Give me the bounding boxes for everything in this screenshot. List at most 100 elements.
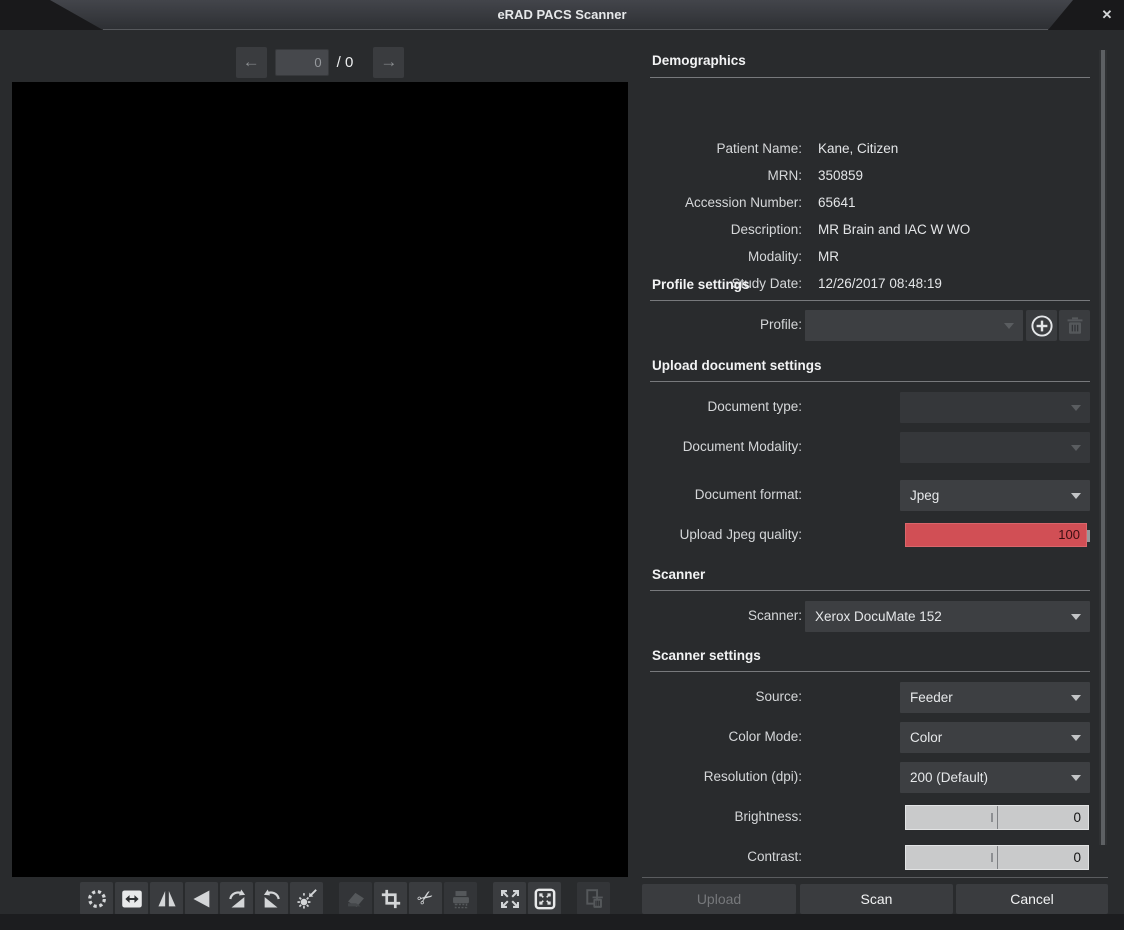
upload-settings-heading: Upload document settings <box>652 358 822 373</box>
delete-page-button <box>577 882 610 915</box>
scrollbar-track[interactable] <box>1099 50 1107 845</box>
section-separator <box>650 671 1090 672</box>
source-label: Source: <box>650 689 802 704</box>
print-button <box>444 882 477 915</box>
page-navigation: ← / 0 → <box>12 46 628 78</box>
modality-row: Modality: MR <box>650 243 1108 270</box>
select-region-button[interactable] <box>80 882 113 915</box>
demographics-heading: Demographics <box>652 53 746 68</box>
section-separator <box>650 77 1090 78</box>
cut-button[interactable]: ✂ <box>409 882 442 915</box>
auto-brightness-icon <box>296 888 318 910</box>
patient-name-value: Kane, Citizen <box>818 135 898 162</box>
auto-brightness-button[interactable] <box>290 882 323 915</box>
contrast-value: 0 <box>1073 850 1081 865</box>
description-row: Description: MR Brain and IAC W WO <box>650 216 1108 243</box>
close-icon[interactable]: ✕ <box>1096 0 1118 30</box>
acquire-scan-button <box>339 882 372 915</box>
mrn-label: MRN: <box>650 162 802 189</box>
profile-label: Profile: <box>650 317 802 332</box>
scan-preview-canvas[interactable] <box>12 82 628 877</box>
window-bottom-edge <box>0 914 1124 930</box>
scanner-heading: Scanner <box>652 567 705 582</box>
section-separator <box>650 300 1090 301</box>
printer-icon <box>450 888 472 910</box>
window-title: eRAD PACS Scanner <box>0 0 1124 30</box>
modality-value: MR <box>818 243 839 270</box>
add-profile-button[interactable] <box>1026 310 1057 341</box>
rotate-left-icon <box>261 888 283 910</box>
scissors-icon: ✂ <box>414 886 438 911</box>
crop-icon <box>380 888 402 910</box>
arrow-left-icon: ← <box>243 52 260 71</box>
document-type-select <box>900 392 1090 423</box>
cancel-button[interactable]: Cancel <box>956 884 1108 914</box>
scanner-icon <box>345 888 367 910</box>
scanner-select[interactable]: Xerox DocuMate 152 <box>805 601 1090 632</box>
document-format-value: Jpeg <box>910 488 939 503</box>
slider-handle[interactable] <box>991 853 993 862</box>
scan-button[interactable]: Scan <box>800 884 953 914</box>
chevron-down-icon <box>1071 735 1081 741</box>
mrn-value: 350859 <box>818 162 863 189</box>
flip-horizontal-button[interactable] <box>150 882 183 915</box>
scanner-label: Scanner: <box>650 608 802 623</box>
document-type-label: Document type: <box>650 399 802 414</box>
source-select[interactable]: Feeder <box>900 682 1090 713</box>
resolution-select[interactable]: 200 (Default) <box>900 762 1090 793</box>
title-bar: eRAD PACS Scanner ✕ <box>0 0 1124 30</box>
resolution-label: Resolution (dpi): <box>650 769 802 784</box>
rotate-right-button[interactable] <box>220 882 253 915</box>
rotate-left-button[interactable] <box>255 882 288 915</box>
plus-circle-icon <box>1030 314 1054 338</box>
flip-vertical-button[interactable] <box>185 882 218 915</box>
delete-page-icon <box>583 888 605 910</box>
slider-center-mark <box>997 806 998 829</box>
color-mode-select[interactable]: Color <box>900 722 1090 753</box>
page-total-label: / 0 <box>337 54 354 71</box>
jpeg-quality-value: 100 <box>1058 527 1080 542</box>
profile-settings-heading: Profile settings <box>652 277 750 292</box>
document-format-label: Document format: <box>650 487 802 502</box>
chevron-down-icon <box>1071 695 1081 701</box>
document-format-select[interactable]: Jpeg <box>900 480 1090 511</box>
brightness-value: 0 <box>1073 810 1081 825</box>
upload-button: Upload <box>642 884 796 914</box>
slider-handle[interactable] <box>1087 530 1090 542</box>
trash-icon <box>1063 314 1087 338</box>
brightness-label: Brightness: <box>650 809 802 824</box>
settings-panel: Demographics Patient Name: Kane, Citizen… <box>650 45 1108 930</box>
flip-horizontal-icon <box>156 888 178 910</box>
crop-button[interactable] <box>374 882 407 915</box>
chevron-down-icon <box>1071 614 1081 620</box>
modality-label: Modality: <box>650 243 802 270</box>
delete-profile-button <box>1059 310 1090 341</box>
document-modality-select <box>900 432 1090 463</box>
chevron-down-icon <box>1004 323 1014 329</box>
contrast-slider[interactable]: 0 <box>905 845 1089 870</box>
profile-select[interactable] <box>805 310 1023 341</box>
next-page-button[interactable]: → <box>373 47 404 78</box>
dashed-circle-icon <box>86 888 108 910</box>
jpeg-quality-slider[interactable]: 100 <box>905 523 1087 547</box>
brightness-slider[interactable]: 0 <box>905 805 1089 830</box>
fit-to-window-button[interactable] <box>528 882 561 915</box>
contrast-label: Contrast: <box>650 849 802 864</box>
color-mode-value: Color <box>910 730 942 745</box>
chevron-down-icon <box>1071 775 1081 781</box>
scanner-settings-heading: Scanner settings <box>652 648 761 663</box>
fit-width-button[interactable] <box>115 882 148 915</box>
fit-width-icon <box>121 888 143 910</box>
slider-center-mark <box>997 846 998 869</box>
document-modality-label: Document Modality: <box>650 439 802 454</box>
expand-arrows-icon <box>499 888 521 910</box>
mrn-row: MRN: 350859 <box>650 162 1108 189</box>
actual-size-button[interactable] <box>493 882 526 915</box>
jpeg-quality-label: Upload Jpeg quality: <box>650 527 802 542</box>
slider-handle[interactable] <box>991 813 993 822</box>
accession-number-row: Accession Number: 65641 <box>650 189 1108 216</box>
scrollbar-thumb[interactable] <box>1101 50 1105 845</box>
page-number-input[interactable] <box>275 49 329 76</box>
previous-page-button[interactable]: ← <box>236 47 267 78</box>
footer-separator <box>642 877 1108 878</box>
